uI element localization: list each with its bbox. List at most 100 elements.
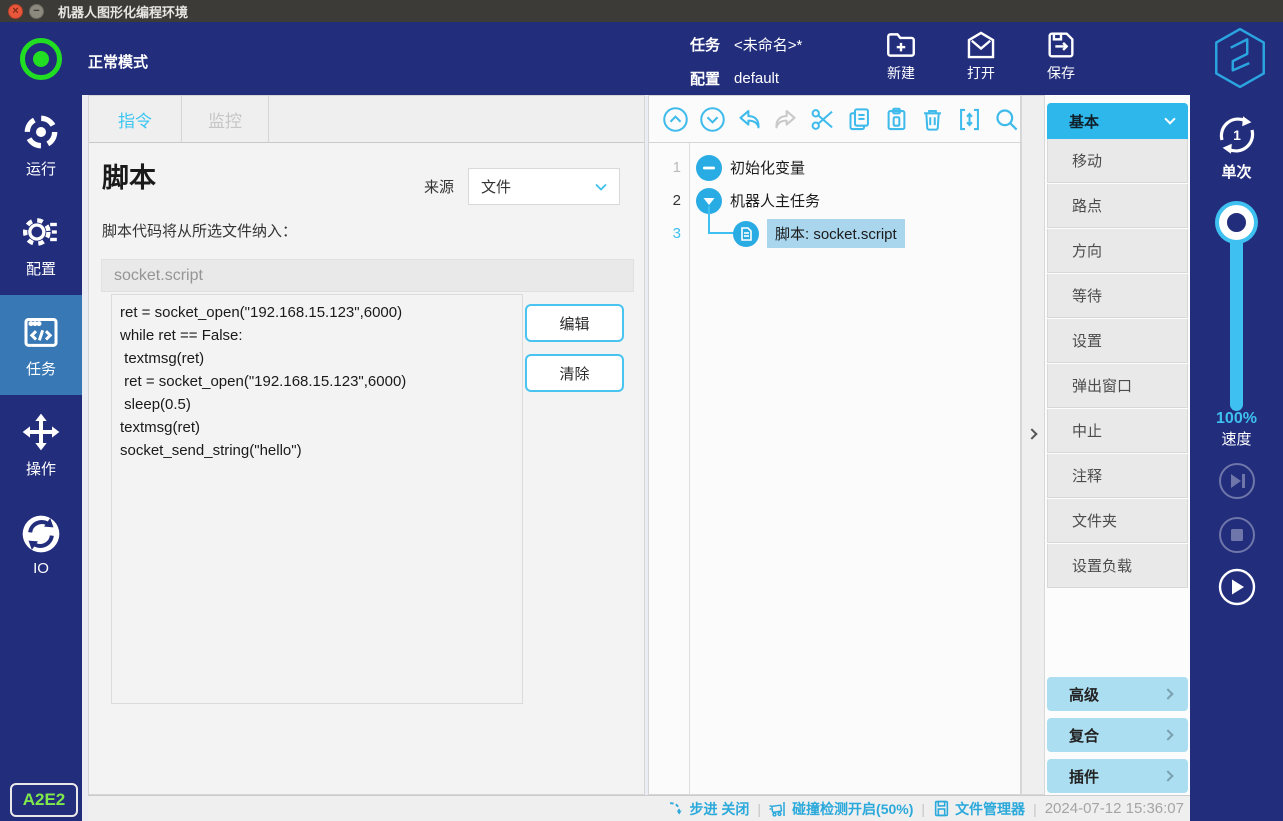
tree-row-label: 脚本: socket.script [767,219,905,248]
instruction-panel: 指令 监控 脚本 来源 文件 脚本代码将从所选文件纳入： socket.scri… [88,95,645,795]
script-code-view[interactable]: ret = socket_open("192.168.15.123",6000)… [111,294,523,704]
new-task-button[interactable]: 新建 [884,28,918,83]
gear-icon [21,212,61,252]
tree-row-label: 机器人主任务 [730,190,820,211]
cut-icon[interactable] [809,105,837,133]
command-abort[interactable]: 中止 [1047,409,1188,453]
open-label: 打开 [967,63,995,83]
run-control-bar: 1 单次 100% 速度 [1190,95,1283,821]
sidebar-label: 任务 [26,358,56,379]
stop-button[interactable] [1218,516,1256,554]
single-run-label: 单次 [1190,161,1283,182]
save-icon [1044,28,1078,62]
panel-collapse-handle[interactable] [1021,95,1045,795]
tree-row-script[interactable]: 3 脚本: socket.script [649,217,1020,250]
chevron-down-icon [1164,113,1175,124]
command-group-composite[interactable]: 复合 [1047,718,1188,752]
tab-monitor[interactable]: 监控 [182,96,269,142]
command-comment[interactable]: 注释 [1047,454,1188,498]
delete-icon[interactable] [919,105,947,133]
window-title: 机器人图形化编程环境 [58,2,188,21]
clear-button[interactable]: 清除 [525,354,624,392]
source-selected-value: 文件 [481,176,511,197]
chevron-right-icon [1162,729,1173,740]
command-waypoint[interactable]: 路点 [1047,184,1188,228]
command-group-advanced[interactable]: 高级 [1047,677,1188,711]
command-set-payload[interactable]: 设置负载 [1047,544,1188,588]
page-title: 脚本 [102,156,156,195]
mode-status-icon [20,38,62,80]
code-window-icon [21,312,61,352]
speed-slider-track[interactable] [1230,221,1243,411]
sidebar-item-config[interactable]: 配置 [0,195,82,295]
command-palette: 基本 移动 路点 方向 等待 设置 弹出窗口 中止 注释 文件夹 设置负载 高级… [1045,95,1190,795]
sidebar-item-task[interactable]: 任务 [0,295,82,395]
sidebar-item-operate[interactable]: 操作 [0,395,82,495]
separator: | [757,801,761,817]
minimize-icon[interactable]: − [29,4,44,19]
command-popup[interactable]: 弹出窗口 [1047,364,1188,408]
group-composite-label: 复合 [1069,725,1099,746]
search-icon[interactable] [992,105,1020,133]
mode-label: 正常模式 [88,51,148,72]
undo-icon[interactable] [735,105,763,133]
line-number: 2 [649,192,681,209]
play-button[interactable] [1218,568,1256,606]
minus-node-icon[interactable] [696,155,722,181]
group-basic-label: 基本 [1069,111,1099,132]
collision-status[interactable]: 碰撞检测开启(50%) [769,799,913,819]
save-label: 保存 [1047,63,1075,83]
step-forward-button[interactable] [1218,462,1256,500]
status-timestamp: 2024-07-12 15:36:07 [1045,800,1184,817]
single-run-count: 1 [1213,111,1261,159]
tree-toolbar [649,96,1020,143]
tab-instruction[interactable]: 指令 [89,96,182,142]
tree-row-main-task[interactable]: 2 机器人主任务 [649,184,1020,217]
command-set[interactable]: 设置 [1047,319,1188,363]
move-arrows-icon [21,412,61,452]
step-mode-status[interactable]: 步进 关闭 [668,799,750,819]
main-sidebar: 运行 配置 任务 操作 [0,95,82,821]
script-node-icon[interactable] [733,221,759,247]
robot-model-badge[interactable]: A2E2 [10,783,78,817]
paste-icon[interactable] [882,105,910,133]
move-down-icon[interactable] [699,105,727,133]
move-up-icon[interactable] [662,105,690,133]
sidebar-item-io[interactable]: IO [0,495,82,595]
edit-button[interactable]: 编辑 [525,304,624,342]
command-group-plugin[interactable]: 插件 [1047,759,1188,793]
save-task-button[interactable]: 保存 [1044,28,1078,83]
close-icon[interactable]: × [8,4,23,19]
tree-row-init-vars[interactable]: 1 初始化变量 [649,151,1020,184]
separator: | [921,801,925,817]
command-wait[interactable]: 等待 [1047,274,1188,318]
task-config-info: 任务 <未命名>* 配置 default [690,34,802,102]
step-mode-text: 步进 关闭 [690,799,750,819]
chevron-down-icon [595,183,607,191]
speed-label: 速度 [1190,428,1283,449]
open-task-button[interactable]: 打开 [964,28,998,83]
script-file-field[interactable]: socket.script [101,259,634,292]
tab-bar: 指令 监控 [89,96,644,143]
redo-icon[interactable] [772,105,800,133]
speed-slider-knob[interactable] [1219,205,1254,240]
command-folder[interactable]: 文件夹 [1047,499,1188,543]
copy-icon[interactable] [846,105,874,133]
sidebar-label: 运行 [26,158,56,179]
line-number: 3 [649,225,681,242]
command-move[interactable]: 移动 [1047,139,1188,183]
io-cycle-icon [21,514,61,554]
command-direction[interactable]: 方向 [1047,229,1188,273]
command-group-basic[interactable]: 基本 [1047,103,1188,139]
speed-value: 100% [1190,410,1283,428]
task-tree-panel: 1 初始化变量 2 机器人主任务 3 脚本: socket.script [648,95,1021,795]
file-manager-text: 文件管理器 [955,799,1025,819]
chevron-right-icon [1162,688,1173,699]
brand-logo [1212,26,1268,95]
sidebar-item-run[interactable]: 运行 [0,95,82,195]
new-label: 新建 [887,63,915,83]
separator: | [1033,801,1037,817]
insert-icon[interactable] [956,105,984,133]
source-select[interactable]: 文件 [468,168,620,205]
file-manager-button[interactable]: 文件管理器 [933,799,1025,819]
